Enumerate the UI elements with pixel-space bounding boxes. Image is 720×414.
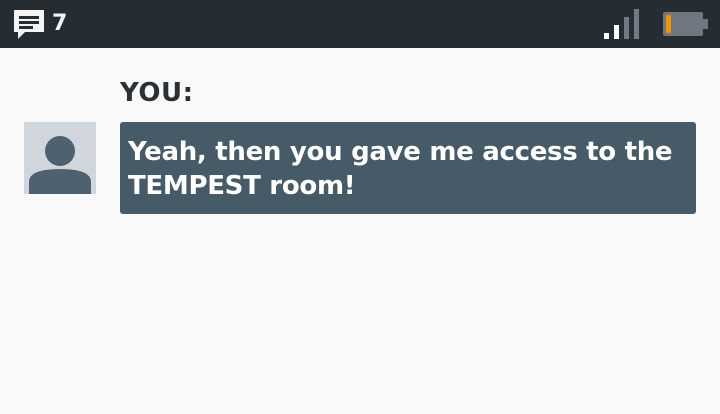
battery-icon xyxy=(663,12,708,36)
avatar xyxy=(24,122,96,194)
message-icon[interactable] xyxy=(12,8,46,42)
signal-icon xyxy=(604,9,639,39)
speaker-name: YOU: xyxy=(120,78,194,108)
dialogue-bubble[interactable]: Yeah, then you gave me access to the TEM… xyxy=(120,122,696,214)
status-bar: 7 xyxy=(0,0,720,48)
dialogue-text: Yeah, then you gave me access to the TEM… xyxy=(128,137,673,201)
person-avatar-icon xyxy=(29,136,91,194)
message-count: 7 xyxy=(52,11,68,36)
